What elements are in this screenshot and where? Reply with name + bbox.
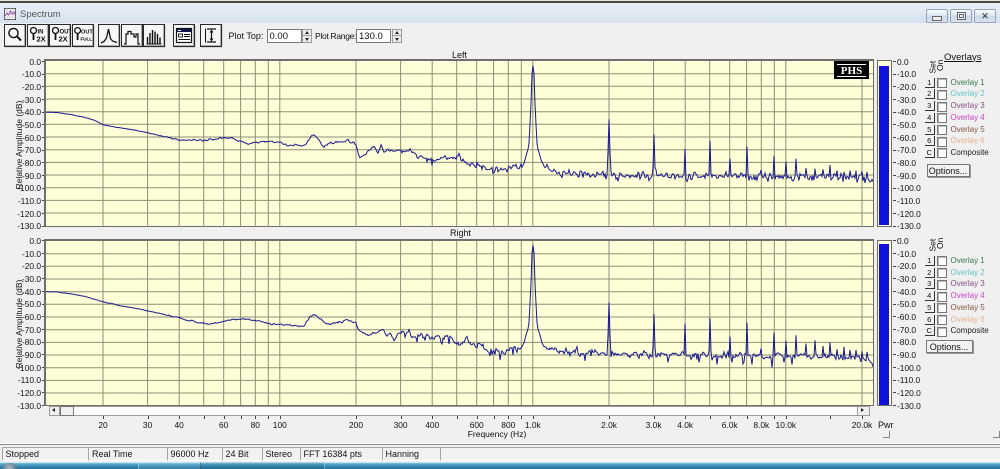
svg-text:2X: 2X [59, 35, 68, 44]
svg-text:2X: 2X [36, 35, 45, 44]
svg-text:OUT: OUT [81, 30, 93, 36]
svg-text:FULL: FULL [80, 37, 92, 43]
